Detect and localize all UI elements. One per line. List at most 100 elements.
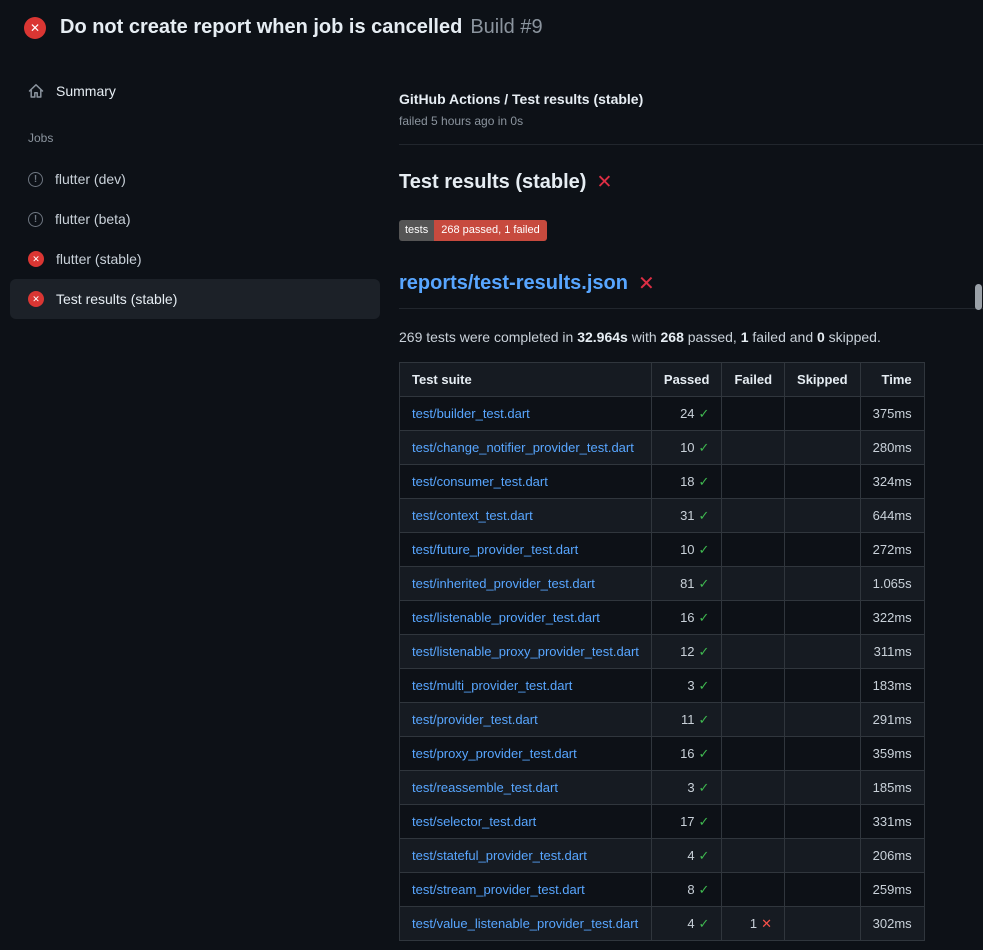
sidebar-item-summary[interactable]: Summary xyxy=(0,77,390,105)
test-suite-link[interactable]: test/multi_provider_test.dart xyxy=(412,678,572,693)
table-header-row: Test suite Passed Failed Skipped Time xyxy=(400,363,925,397)
time-value: 644ms xyxy=(860,499,924,533)
run-header: ✕ Do not create report when job is cance… xyxy=(0,0,983,53)
passed-count: 3 xyxy=(687,780,694,795)
run-title: Do not create report when job is cancell… xyxy=(60,16,462,39)
summary-line: 269 tests were completed in 32.964s with… xyxy=(399,329,983,345)
passed-count: 10 xyxy=(680,542,694,557)
badge-value: 268 passed, 1 failed xyxy=(434,220,546,241)
test-suite-link[interactable]: test/inherited_provider_test.dart xyxy=(412,576,595,591)
section-title: Test results (stable) xyxy=(399,171,586,194)
sidebar-item-flutter-stable[interactable]: ✕ flutter (stable) xyxy=(10,239,380,279)
passed-count: 24 xyxy=(680,406,694,421)
x-icon: ✕ xyxy=(761,916,772,931)
time-value: 280ms xyxy=(860,431,924,465)
test-suite-link[interactable]: test/builder_test.dart xyxy=(412,406,530,421)
job-label: flutter (stable) xyxy=(56,251,142,267)
test-suite-link[interactable]: test/listenable_provider_test.dart xyxy=(412,610,600,625)
time-value: 302ms xyxy=(860,907,924,941)
passed-count: 11 xyxy=(681,712,695,727)
job-label: flutter (dev) xyxy=(55,171,126,187)
check-icon: ✓ xyxy=(699,882,710,897)
test-suite-link[interactable]: test/selector_test.dart xyxy=(412,814,536,829)
sidebar-item-test-results-stable[interactable]: ✕ Test results (stable) xyxy=(10,279,380,319)
table-row: test/stateful_provider_test.dart4✓206ms xyxy=(400,839,925,873)
failed-status-icon: ✕ xyxy=(28,251,44,267)
summary-text: skipped. xyxy=(825,329,881,345)
passed-count: 3 xyxy=(687,678,694,693)
summary-passed-count: 268 xyxy=(661,329,684,345)
sidebar-item-flutter-beta[interactable]: ! flutter (beta) xyxy=(10,199,380,239)
summary-skipped-count: 0 xyxy=(817,329,825,345)
scrollbar-thumb[interactable] xyxy=(975,284,982,310)
run-status-text: failed 5 hours ago in 0s xyxy=(399,114,983,128)
table-row: test/value_listenable_provider_test.dart… xyxy=(400,907,925,941)
test-suite-link[interactable]: test/proxy_provider_test.dart xyxy=(412,746,577,761)
passed-count: 4 xyxy=(687,916,694,931)
main-content: GitHub Actions / Test results (stable) f… xyxy=(390,53,983,941)
jobs-heading: Jobs xyxy=(28,131,390,145)
time-value: 185ms xyxy=(860,771,924,805)
check-icon: ✓ xyxy=(699,746,710,761)
check-icon: ✓ xyxy=(699,610,710,625)
check-icon: ✓ xyxy=(699,542,710,557)
check-icon: ✓ xyxy=(699,576,710,591)
table-row: test/builder_test.dart24✓375ms xyxy=(400,397,925,431)
section-heading: Test results (stable) ✕ xyxy=(399,171,983,194)
test-suite-link[interactable]: test/stream_provider_test.dart xyxy=(412,882,585,897)
check-icon: ✓ xyxy=(699,406,710,421)
test-suite-link[interactable]: test/stateful_provider_test.dart xyxy=(412,848,587,863)
sidebar: Summary Jobs ! flutter (dev) ! flutter (… xyxy=(0,53,390,319)
failed-x-icon: ✕ xyxy=(596,171,612,194)
table-row: test/change_notifier_provider_test.dart 1… xyxy=(400,431,925,465)
header-test-suite: Test suite xyxy=(400,363,652,397)
table-row: test/reassemble_test.dart 3 ✓ 185ms xyxy=(400,771,925,805)
table-row: test/context_test.dart31✓644ms xyxy=(400,499,925,533)
run-failed-icon: ✕ xyxy=(24,17,46,39)
passed-count: 10 xyxy=(680,440,694,455)
table-row: test/proxy_provider_test.dart16✓359ms xyxy=(400,737,925,771)
time-value: 259ms xyxy=(860,873,924,907)
test-suite-link[interactable]: test/value_listenable_provider_test.dart xyxy=(412,916,638,931)
check-icon: ✓ xyxy=(699,848,710,863)
check-icon: ✓ xyxy=(699,780,710,795)
check-icon: ✓ xyxy=(699,644,710,659)
report-heading: reports/test-results.json ✕ xyxy=(399,271,983,309)
test-suite-link[interactable]: test/consumer_test.dart xyxy=(412,474,548,489)
time-value: 359ms xyxy=(860,737,924,771)
breadcrumb: GitHub Actions / Test results (stable) xyxy=(399,91,983,107)
badge-label: tests xyxy=(399,220,434,241)
passed-count: 81 xyxy=(680,576,694,591)
job-label: flutter (beta) xyxy=(55,211,130,227)
time-value: 331ms xyxy=(860,805,924,839)
table-row: test/provider_test.dart11✓291ms xyxy=(400,703,925,737)
failed-x-icon: ✕ xyxy=(638,271,655,296)
tests-badge: tests 268 passed, 1 failed xyxy=(399,220,547,241)
test-suite-link[interactable]: test/listenable_proxy_provider_test.dart xyxy=(412,644,639,659)
time-value: 272ms xyxy=(860,533,924,567)
table-row: test/listenable_proxy_provider_test.dart… xyxy=(400,635,925,669)
sidebar-summary-label: Summary xyxy=(56,83,116,99)
divider xyxy=(399,144,983,145)
test-suite-link[interactable]: test/context_test.dart xyxy=(412,508,533,523)
failed-count: 1 xyxy=(750,916,757,931)
report-file-link[interactable]: reports/test-results.json xyxy=(399,272,628,295)
test-suite-link[interactable]: test/future_provider_test.dart xyxy=(412,542,578,557)
time-value: 324ms xyxy=(860,465,924,499)
home-icon xyxy=(28,83,44,99)
test-suite-link[interactable]: test/reassemble_test.dart xyxy=(412,780,558,795)
table-row: test/selector_test.dart17✓331ms xyxy=(400,805,925,839)
passed-count: 8 xyxy=(687,882,694,897)
results-table-body: test/builder_test.dart24✓375mstest/chang… xyxy=(400,397,925,941)
check-icon: ✓ xyxy=(699,508,710,523)
test-suite-link[interactable]: test/provider_test.dart xyxy=(412,712,538,727)
table-row: test/consumer_test.dart18✓324ms xyxy=(400,465,925,499)
failed-status-icon: ✕ xyxy=(28,291,44,307)
sidebar-item-flutter-dev[interactable]: ! flutter (dev) xyxy=(10,159,380,199)
table-row: test/stream_provider_test.dart 8 ✓ 259ms xyxy=(400,873,925,907)
test-suite-link[interactable]: test/change_notifier_provider_test.dart xyxy=(412,440,634,455)
check-icon: ✓ xyxy=(699,814,710,829)
results-table: Test suite Passed Failed Skipped Time te… xyxy=(399,362,925,941)
table-row: test/inherited_provider_test.dart81✓1.06… xyxy=(400,567,925,601)
summary-duration: 32.964s xyxy=(577,329,628,345)
